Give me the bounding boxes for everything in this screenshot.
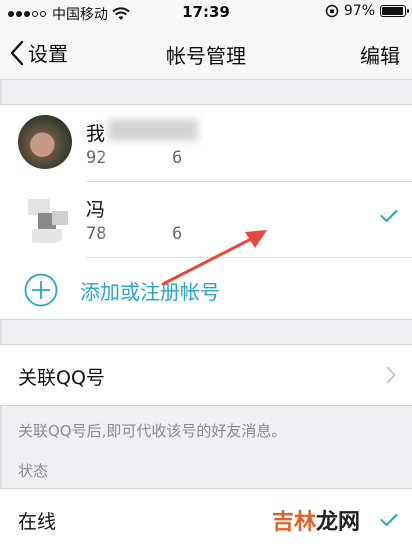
account-name: 我 xyxy=(86,123,106,145)
account-id: 92 xyxy=(86,148,107,168)
navigation-bar: 设置 帐号管理 编辑 xyxy=(0,26,412,80)
redaction-mask xyxy=(106,149,174,169)
watermark-colored: 吉林 xyxy=(272,510,317,535)
account-id: 78 xyxy=(86,224,107,244)
status-label: 在线 xyxy=(18,511,57,533)
page-title: 帐号管理 xyxy=(166,44,246,68)
plus-circle-icon xyxy=(24,273,58,307)
battery-fill xyxy=(382,7,404,15)
watermark-dark: 龙网 xyxy=(316,510,361,535)
link-qq-label: 关联QQ号 xyxy=(18,367,105,389)
account-name: 冯 xyxy=(86,199,106,221)
redaction-mask xyxy=(108,195,180,217)
battery-percent: 97% xyxy=(343,3,375,19)
status-bar: 中国移动 17:39 97% xyxy=(0,0,412,26)
link-qq-note: 关联QQ号后,即可代收该号的好友消息。 xyxy=(18,422,287,440)
checkmark-icon xyxy=(380,514,398,526)
rotation-lock-icon xyxy=(325,4,339,18)
checkmark-icon xyxy=(380,210,398,222)
account-item[interactable]: 我 92 6 xyxy=(0,105,412,181)
chevron-right-icon xyxy=(386,366,396,384)
annotation-arrow-icon xyxy=(161,230,267,286)
avatar xyxy=(18,115,72,169)
watermark-logo: 吉林龙网 xyxy=(272,504,360,536)
edit-button[interactable]: 编辑 xyxy=(360,40,400,69)
avatar xyxy=(18,191,72,245)
redaction-mask xyxy=(108,119,198,141)
status-section-header: 状态 xyxy=(18,462,49,480)
link-qq-row[interactable]: 关联QQ号 xyxy=(0,344,412,406)
status-right: 97% xyxy=(325,3,409,19)
account-id-tail: 6 xyxy=(172,148,183,168)
battery-icon xyxy=(380,5,409,17)
